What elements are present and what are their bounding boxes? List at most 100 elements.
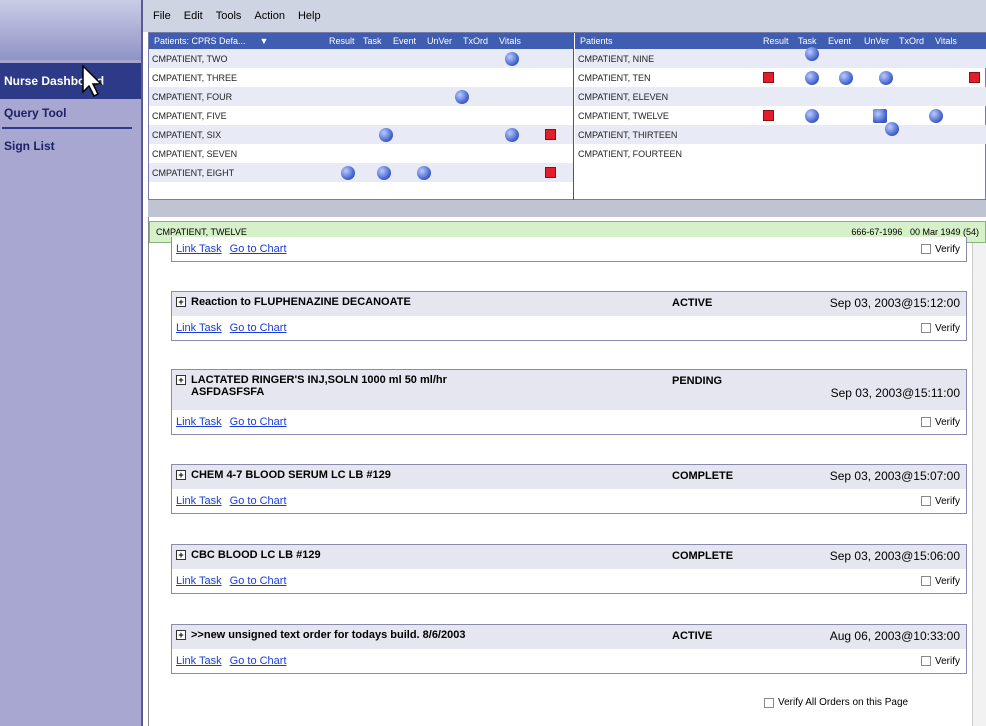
status-dot-icon[interactable]: [929, 108, 943, 123]
col-task[interactable]: Task: [798, 36, 817, 46]
alert-square-icon[interactable]: [545, 167, 556, 178]
sidebar: Nurse Dashboard Query Tool Sign List: [0, 0, 143, 726]
status-dot-icon[interactable]: [417, 165, 431, 180]
patient-row[interactable]: CMPATIENT, FOUR: [149, 87, 573, 106]
alert-square-icon[interactable]: [763, 110, 774, 121]
expand-icon[interactable]: +: [176, 630, 186, 640]
patient-row[interactable]: CMPATIENT, FIVE: [149, 106, 573, 125]
link-task-link[interactable]: Link Task: [176, 243, 222, 255]
status-dot-icon[interactable]: [377, 165, 391, 180]
patient-row[interactable]: CMPATIENT, SIX: [149, 125, 573, 144]
patient-row[interactable]: CMPATIENT, TEN: [575, 68, 986, 87]
status-dot-icon[interactable]: [873, 108, 887, 123]
order-title: Reaction to FLUPHENAZINE DECANOATE: [191, 296, 411, 308]
col-txord[interactable]: TxOrd: [899, 36, 924, 46]
col-event[interactable]: Event: [393, 36, 416, 46]
verify-checkbox[interactable]: [920, 496, 931, 506]
link-task-link[interactable]: Link Task: [176, 416, 222, 428]
go-to-chart-link[interactable]: Go to Chart: [230, 416, 287, 428]
status-dot-icon[interactable]: [805, 108, 819, 123]
col-vitals[interactable]: Vitals: [499, 36, 521, 46]
order-date: Sep 03, 2003@15:12:00: [829, 296, 960, 310]
checkbox-icon[interactable]: [764, 697, 774, 708]
link-task-link[interactable]: Link Task: [176, 655, 222, 667]
patient-grid-left: Patients: CPRS Defa... ▼ Result Task Eve…: [149, 33, 574, 201]
status-dot-icon[interactable]: [839, 70, 853, 85]
col-result[interactable]: Result: [763, 36, 789, 46]
go-to-chart-link[interactable]: Go to Chart: [230, 243, 287, 255]
order-status: COMPLETE: [672, 470, 734, 482]
menu-file[interactable]: File: [153, 10, 171, 22]
expand-icon[interactable]: +: [176, 470, 186, 480]
status-dot-icon[interactable]: [341, 165, 355, 180]
patient-row[interactable]: CMPATIENT, NINE: [575, 47, 986, 68]
alert-square-icon[interactable]: [969, 72, 980, 83]
alert-square-icon[interactable]: [545, 129, 556, 140]
sidebar-item-nurse-dashboard[interactable]: Nurse Dashboard: [0, 63, 141, 99]
status-dot-icon[interactable]: [505, 127, 519, 142]
order-date: Sep 03, 2003@15:11:00: [830, 386, 960, 400]
go-to-chart-link[interactable]: Go to Chart: [230, 322, 287, 334]
status-dot-icon[interactable]: [805, 70, 819, 85]
splitter[interactable]: [148, 200, 986, 217]
patient-name: CMPATIENT, TWELVE: [578, 110, 669, 121]
go-to-chart-link[interactable]: Go to Chart: [230, 655, 287, 667]
scrollbar[interactable]: [972, 243, 986, 726]
col-unver[interactable]: UnVer: [427, 36, 452, 46]
menu-edit[interactable]: Edit: [184, 10, 203, 22]
menu-help[interactable]: Help: [298, 10, 321, 22]
menu-action[interactable]: Action: [254, 10, 285, 22]
chevron-down-icon[interactable]: ▼: [260, 36, 269, 46]
status-dot-icon[interactable]: [885, 122, 899, 136]
link-task-link[interactable]: Link Task: [176, 495, 222, 507]
sidebar-item-sign-list[interactable]: Sign List: [0, 129, 141, 163]
verify-all-checkbox[interactable]: Verify All Orders on this Page: [764, 697, 908, 708]
verify-checkbox[interactable]: [920, 656, 931, 666]
link-task-link[interactable]: Link Task: [176, 322, 222, 334]
col-event[interactable]: Event: [828, 36, 851, 46]
verify-checkbox[interactable]: [920, 244, 931, 254]
grid-header: Patients Result Task Event UnVer TxOrd V…: [575, 33, 986, 49]
grid-title: Patients: [580, 36, 613, 46]
patient-name: CMPATIENT, NINE: [578, 53, 655, 64]
go-to-chart-link[interactable]: Go to Chart: [230, 575, 287, 587]
verify-checkbox[interactable]: [920, 323, 931, 333]
patient-name: CMPATIENT, FOUR: [152, 91, 233, 102]
status-dot-icon[interactable]: [879, 70, 893, 85]
sidebar-item-query-tool[interactable]: Query Tool: [2, 99, 132, 129]
patient-row[interactable]: CMPATIENT, TWO: [149, 49, 573, 68]
patient-row[interactable]: CMPATIENT, FOURTEEN: [575, 144, 986, 163]
alert-square-icon[interactable]: [763, 72, 774, 83]
col-task[interactable]: Task: [363, 36, 382, 46]
patient-row[interactable]: CMPATIENT, EIGHT: [149, 163, 573, 182]
status-dot-icon[interactable]: [455, 89, 469, 104]
expand-icon[interactable]: +: [176, 375, 186, 385]
patient-row[interactable]: CMPATIENT, SEVEN: [149, 144, 573, 163]
patient-name: CMPATIENT, THREE: [152, 72, 238, 83]
col-vitals[interactable]: Vitals: [935, 36, 957, 46]
order-card: + CBC BLOOD LC LB #129 COMPLETE Sep 03, 200…: [171, 544, 967, 594]
patient-row[interactable]: CMPATIENT, TWELVE: [575, 106, 986, 125]
verify-label: Verify: [934, 322, 960, 334]
order-title: CHEM 4-7 BLOOD SERUM LC LB #129: [191, 469, 391, 481]
order-status: ACTIVE: [672, 297, 713, 309]
expand-icon[interactable]: +: [176, 550, 186, 560]
status-dot-icon[interactable]: [805, 47, 819, 61]
expand-icon[interactable]: +: [176, 297, 186, 307]
verify-checkbox[interactable]: [920, 576, 931, 586]
patient-name: CMPATIENT, TEN: [578, 72, 651, 83]
status-dot-icon[interactable]: [505, 51, 519, 66]
patient-list-select[interactable]: Patients: CPRS Defa...: [154, 36, 246, 46]
col-txord[interactable]: TxOrd: [463, 36, 488, 46]
patient-row[interactable]: CMPATIENT, THIRTEEN: [575, 122, 986, 144]
link-task-link[interactable]: Link Task: [176, 575, 222, 587]
patient-name: CMPATIENT, EIGHT: [152, 167, 235, 178]
patient-row[interactable]: CMPATIENT, ELEVEN: [575, 87, 986, 106]
verify-checkbox[interactable]: [920, 417, 931, 427]
patient-row[interactable]: CMPATIENT, THREE: [149, 68, 573, 87]
go-to-chart-link[interactable]: Go to Chart: [230, 495, 287, 507]
status-dot-icon[interactable]: [379, 127, 393, 142]
menu-tools[interactable]: Tools: [216, 10, 242, 22]
col-result[interactable]: Result: [329, 36, 355, 46]
col-unver[interactable]: UnVer: [864, 36, 889, 46]
